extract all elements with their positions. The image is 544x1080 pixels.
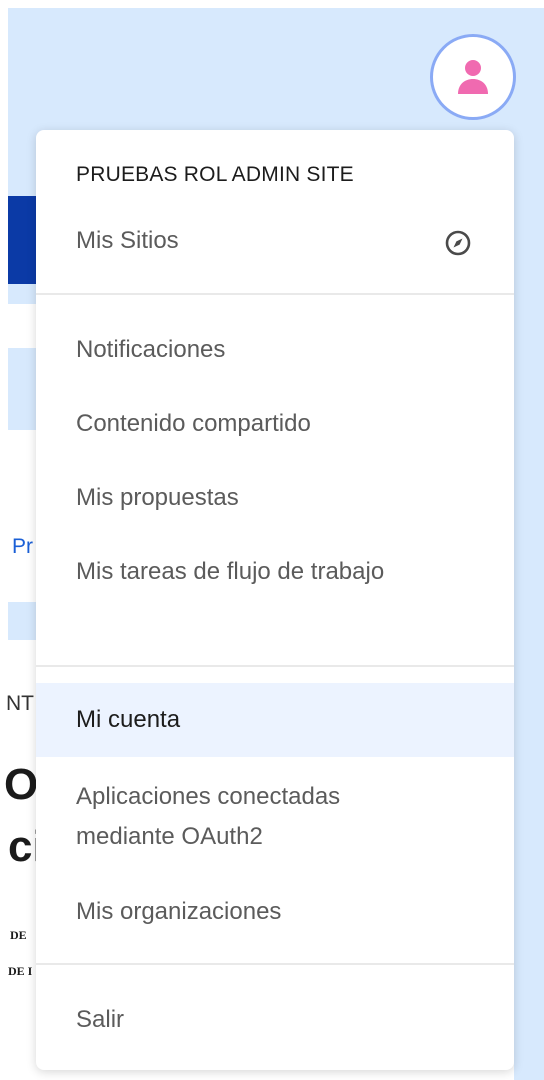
page-section-band (8, 602, 38, 640)
menu-item-my-account[interactable]: Mi cuenta (36, 683, 514, 757)
page-banner (8, 196, 38, 284)
menu-item-my-sites[interactable]: Mis Sitios (36, 221, 514, 261)
page-heading-fragment: ci (8, 822, 38, 871)
page-text-fragment: NT (6, 692, 34, 715)
site-name: PRUEBAS ROL ADMIN SITE (76, 163, 354, 186)
page-background-right (514, 304, 544, 1080)
user-dropdown-menu: PRUEBAS ROL ADMIN SITE Mis Sitios Notifi… (36, 130, 514, 1070)
menu-item-logout[interactable]: Salir (36, 1000, 514, 1040)
user-icon (458, 60, 488, 94)
menu-item-label: Mis Sitios (76, 227, 179, 254)
menu-divider (36, 293, 514, 295)
page-link-fragment[interactable]: Pr (12, 535, 38, 559)
menu-item-shared-content[interactable]: Contenido compartido (36, 404, 514, 444)
menu-item-my-organizations[interactable]: Mis organizaciones (36, 892, 514, 932)
page-text-fragment: DE (10, 928, 27, 942)
menu-item-oauth2-apps[interactable]: Aplicaciones conectadas mediante OAuth2 (36, 777, 376, 857)
page-heading-fragment: Or (4, 760, 38, 809)
menu-divider (36, 963, 514, 965)
page-section-band (8, 348, 38, 430)
menu-item-notifications[interactable]: Notificaciones (36, 330, 514, 370)
menu-divider (36, 665, 514, 667)
compass-icon (444, 229, 472, 270)
menu-item-workflow-tasks[interactable]: Mis tareas de flujo de trabajo (36, 552, 416, 592)
page-text-fragment: DE I (8, 964, 33, 978)
menu-item-my-proposals[interactable]: Mis propuestas (36, 478, 514, 518)
user-avatar-button[interactable] (430, 34, 516, 120)
